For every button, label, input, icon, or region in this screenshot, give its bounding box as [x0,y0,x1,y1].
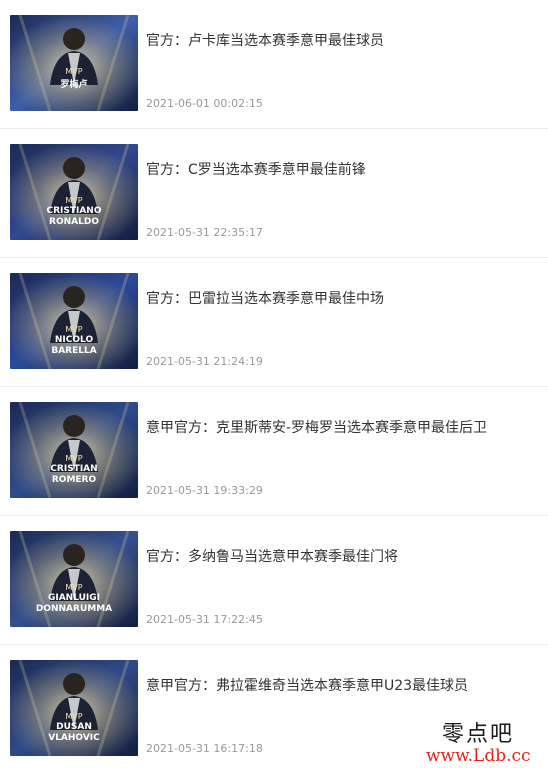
thumbnail-caption-name: CRISTIANO [46,206,102,216]
news-timestamp: 2021-05-31 22:35:17 [146,226,263,239]
news-title[interactable]: 官方：卢卡库当选本赛季意甲最佳球员 [146,31,536,51]
news-thumbnail[interactable]: MVP NICOLO BARELLA [10,273,138,369]
watermark-title: 零点吧 [442,722,515,747]
thumbnail-caption-name: NICOLO [54,335,94,345]
news-title[interactable]: 意甲官方：克里斯蒂安-罗梅罗当选本赛季意甲最佳后卫 [146,418,536,438]
news-title[interactable]: 官方：多纳鲁马当选意甲本赛季最佳门将 [146,547,536,567]
thumbnail-caption-surname: BARELLA [51,346,97,356]
news-title[interactable]: 官方：C罗当选本赛季意甲最佳前锋 [146,160,536,180]
news-title[interactable]: 官方：巴雷拉当选本赛季意甲最佳中场 [146,289,536,309]
news-item[interactable]: MVP CRISTIAN ROMERO 意甲官方：克里斯蒂安-罗梅罗当选本赛季意甲最佳… [0,387,548,516]
news-timestamp: 2021-06-01 00:02:15 [146,97,263,110]
news-item[interactable]: MVP 罗梅卢 官方：卢卡库当选本赛季意甲最佳球员 2021-06-01 00:02:… [0,0,548,129]
thumbnail-caption-surname: ROMERO [51,475,97,485]
site-watermark: 零点吧 www.Ldb.cc [420,716,546,766]
news-thumbnail[interactable]: MVP GIANLUIGI DONNARUMMA [10,531,138,627]
thumbnail-caption-mvp: MVP [65,196,83,205]
thumbnail-caption-mvp: MVP [65,325,83,334]
news-item[interactable]: MVP NICOLO BARELLA 官方：巴雷拉当选本赛季意甲最佳中场 2021-05… [0,258,548,387]
news-thumbnail[interactable]: MVP 罗梅卢 [10,15,138,111]
news-thumbnail[interactable]: MVP CRISTIANO RONALDO [10,144,138,240]
thumbnail-caption-name: CRISTIAN [50,464,98,474]
thumbnail-caption-name: 罗梅卢 [60,80,88,90]
thumbnail-caption-name: GIANLUIGI [47,593,101,603]
news-title[interactable]: 意甲官方：弗拉霍维奇当选本赛季意甲U23最佳球员 [146,676,536,696]
watermark-url: www.Ldb.cc [426,746,531,766]
thumbnail-caption-mvp: MVP [65,67,83,76]
news-list: MVP 罗梅卢 官方：卢卡库当选本赛季意甲最佳球员 2021-06-01 00:02:… [0,0,548,768]
player-mvp-graphic [10,15,138,111]
news-thumbnail[interactable]: MVP CRISTIAN ROMERO [10,402,138,498]
thumbnail-caption-surname: RONALDO [49,217,99,227]
news-thumbnail[interactable]: MVP DUSAN VLAHOVIC [10,660,138,756]
news-item[interactable]: MVP GIANLUIGI DONNARUMMA 官方：多纳鲁马当选意甲本赛季最佳门将… [0,516,548,645]
news-timestamp: 2021-05-31 19:33:29 [146,484,263,497]
news-timestamp: 2021-05-31 17:22:45 [146,613,263,626]
thumbnail-caption-mvp: MVP [65,583,83,592]
thumbnail-caption-mvp: MVP [65,712,83,721]
news-timestamp: 2021-05-31 21:24:19 [146,355,263,368]
thumbnail-caption-name: DUSAN [56,722,92,732]
thumbnail-caption-surname: DONNARUMMA [35,604,113,614]
news-item[interactable]: MVP CRISTIANO RONALDO 官方：C罗当选本赛季意甲最佳前锋 2021-… [0,129,548,258]
thumbnail-caption-mvp: MVP [65,454,83,463]
news-timestamp: 2021-05-31 16:17:18 [146,742,263,755]
thumbnail-caption-surname: VLAHOVIC [48,733,100,743]
